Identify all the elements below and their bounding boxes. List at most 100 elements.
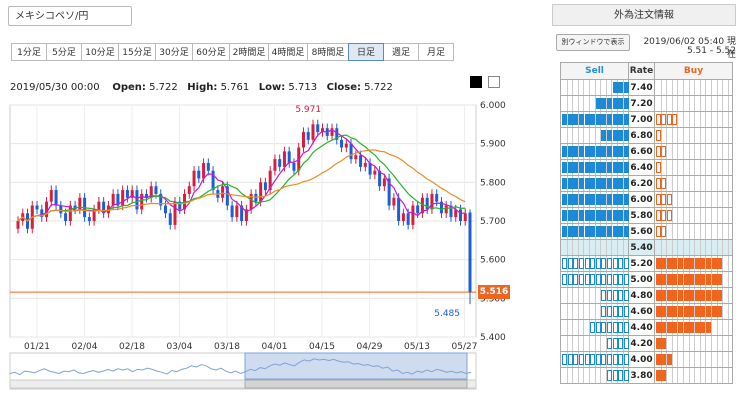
timeframe-button[interactable]: 60分足	[192, 43, 230, 61]
sell-order-bar	[612, 114, 618, 125]
rate-cell: 5.60	[628, 223, 655, 240]
sell-order-bar	[595, 98, 601, 109]
candle-body	[392, 197, 396, 206]
sell-order-bar	[573, 194, 579, 205]
sell-order-bar	[606, 258, 612, 269]
candle-body	[401, 213, 405, 221]
buy-order-bar	[706, 290, 711, 301]
order-book-row: 5.60	[560, 223, 733, 240]
sell-orders-cell	[560, 207, 629, 224]
timeframe-button[interactable]: 5分足	[46, 43, 82, 61]
grid-line	[699, 368, 701, 383]
x-tick-label: 02/18	[119, 342, 145, 352]
candle-body	[344, 143, 348, 148]
light-theme-toggle[interactable]	[488, 76, 500, 88]
timeframe-button[interactable]: 4時間足	[268, 43, 308, 61]
grid-line	[577, 368, 579, 383]
timeframe-button[interactable]: 月足	[418, 43, 454, 61]
x-tick-label: 04/15	[309, 342, 335, 352]
grid-line	[677, 192, 679, 207]
sell-order-bar	[623, 82, 629, 93]
buy-order-bar	[700, 290, 706, 301]
grid-line	[716, 192, 718, 207]
buy-order-bar	[711, 258, 717, 269]
rate-cell: 6.40	[628, 159, 655, 176]
sell-order-bar	[606, 210, 612, 221]
grid-line	[605, 80, 607, 95]
sell-order-bar	[618, 98, 624, 109]
buy-orders-cell	[654, 191, 733, 208]
timeframe-button[interactable]: 1分足	[11, 43, 47, 61]
grid-line	[711, 112, 712, 127]
grid-line	[605, 240, 607, 255]
grid-line	[722, 256, 724, 271]
timeframe-button[interactable]: 8時間足	[307, 43, 349, 61]
grid-line	[589, 288, 590, 303]
timeframe-button[interactable]: 日足	[348, 43, 384, 61]
rate-cell: 6.20	[628, 175, 655, 192]
order-book-row: 4.00	[560, 351, 733, 368]
sell-order-bar	[606, 338, 612, 349]
sell-orders-cell	[560, 143, 629, 160]
rate-cell: 6.80	[628, 127, 655, 144]
grid-line	[677, 160, 679, 175]
separate-window-button[interactable]: 別ウィンドウで表示	[556, 34, 630, 51]
grid-line	[666, 96, 668, 111]
grid-line	[716, 368, 718, 383]
grid-line	[688, 144, 690, 159]
sell-orders-cell	[560, 95, 629, 112]
buy-order-bar	[661, 338, 667, 349]
candle-body	[273, 159, 277, 171]
sell-order-bar	[612, 130, 618, 141]
timeframe-button[interactable]: 2時間足	[229, 43, 269, 61]
timeframe-button[interactable]: 30分足	[155, 43, 193, 61]
grid-line	[727, 368, 729, 383]
sell-order-bar	[584, 178, 590, 189]
sell-order-bar	[601, 146, 607, 157]
candle-body	[154, 186, 158, 194]
candle-body	[97, 201, 101, 210]
x-tick-label: 03/04	[167, 342, 193, 352]
buy-order-bar	[655, 370, 661, 381]
grid-line	[683, 208, 684, 223]
sell-order-bar	[623, 210, 629, 221]
sell-order-bar	[618, 146, 624, 157]
order-book-row: 5.40	[560, 239, 733, 256]
grid-line	[722, 336, 724, 351]
candle-body	[163, 205, 167, 214]
timeframe-button[interactable]: 15分足	[118, 43, 156, 61]
sell-order-bar	[590, 146, 596, 157]
dark-theme-toggle[interactable]	[470, 76, 482, 88]
grid-line	[699, 224, 701, 239]
grid-line	[671, 176, 673, 191]
timeframe-button[interactable]: 週足	[383, 43, 419, 61]
buy-header: Buy	[654, 62, 733, 80]
panel-title: 外為注文情報	[552, 4, 736, 26]
buy-order-bar	[655, 338, 661, 349]
grid-line	[688, 176, 690, 191]
sell-orders-cell	[560, 255, 629, 272]
sell-orders-cell	[560, 367, 629, 384]
sell-order-bar	[612, 146, 618, 157]
buy-order-bar	[706, 322, 711, 333]
grid-line	[671, 368, 673, 383]
timeframe-button[interactable]: 10分足	[81, 43, 119, 61]
grid-line	[688, 96, 690, 111]
buy-order-bar	[666, 210, 672, 221]
buy-orders-cell	[654, 271, 733, 288]
buy-order-bar	[655, 194, 661, 205]
grid-line	[722, 128, 724, 143]
sell-orders-cell	[560, 351, 629, 368]
candlestick-chart[interactable]: 5.4005.5005.6005.7005.8005.9006.00001/21…	[0, 95, 540, 402]
grid-line	[577, 128, 579, 143]
sell-order-bar	[612, 258, 618, 269]
currency-pair-select[interactable]: メキシコペソ/円	[8, 6, 132, 26]
buy-order-bar	[655, 306, 661, 317]
sell-order-bar	[606, 306, 612, 317]
grid-line	[677, 144, 679, 159]
sell-orders-cell	[560, 111, 629, 128]
grid-line	[677, 128, 679, 143]
sell-order-bar	[595, 322, 601, 333]
sell-order-bar	[601, 322, 607, 333]
sell-orders-cell	[560, 271, 629, 288]
